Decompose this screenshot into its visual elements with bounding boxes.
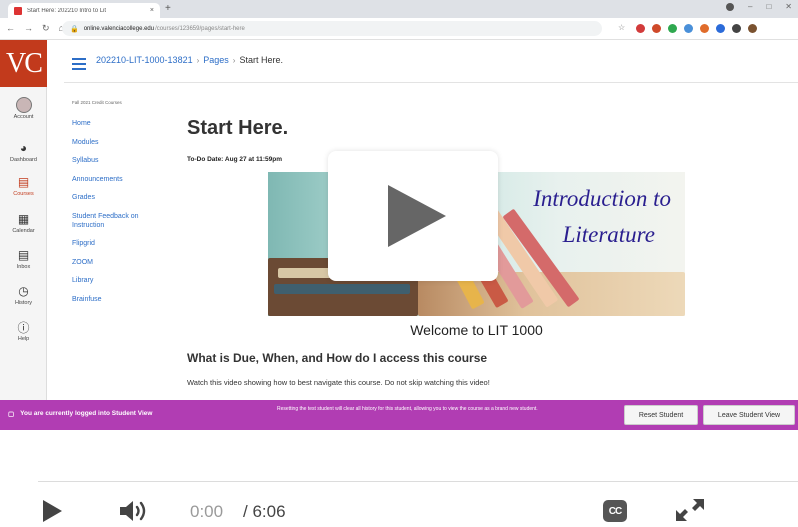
course-nav-home[interactable]: Home <box>72 119 172 128</box>
gnav-label: History <box>14 300 33 306</box>
student-view-note: Resetting the test student will clear al… <box>277 406 538 412</box>
breadcrumb: 202210-LIT-1000-13821 › Pages › Start He… <box>96 55 283 65</box>
course-nav-library[interactable]: Library <box>72 276 172 285</box>
breadcrumb-current: Start Here. <box>239 55 283 65</box>
section-text: Watch this video showing how to best nav… <box>187 378 490 387</box>
browser-toolbar: ← → ↻ ⌂ 🔒 online.valenciacollege.edu /co… <box>0 18 798 40</box>
college-logo[interactable]: VC <box>0 40 47 87</box>
extension-icon[interactable] <box>700 24 709 33</box>
help-icon: ⓘ <box>17 320 30 335</box>
big-play-button[interactable] <box>328 151 498 281</box>
gnav-help[interactable]: ⓘ Help <box>0 320 47 343</box>
minimize-icon[interactable]: – <box>748 2 752 11</box>
todo-date: To-Do Date: Aug 27 at 11:59pm <box>187 156 282 163</box>
profile-icon[interactable] <box>726 2 734 11</box>
gnav-label: Inbox <box>16 264 31 270</box>
close-window-icon[interactable]: ✕ <box>785 2 792 11</box>
gnav-label: Help <box>17 336 30 342</box>
course-nav-syllabus[interactable]: Syllabus <box>72 156 172 165</box>
profile-avatar-icon[interactable] <box>748 24 757 33</box>
extension-icon[interactable] <box>716 24 725 33</box>
breadcrumb-course[interactable]: 202210-LIT-1000-13821 <box>96 55 193 65</box>
student-view-label: You are currently logged into Student Vi… <box>20 410 153 417</box>
bookmark-star-icon[interactable]: ☆ <box>618 23 625 32</box>
calendar-icon: ▦ <box>17 212 30 226</box>
leave-student-view-button[interactable]: Leave Student View <box>703 405 795 425</box>
duration: / 6:06 <box>243 502 286 521</box>
student-view-status: ▢ You are currently logged into Student … <box>8 410 152 418</box>
breadcrumb-pages[interactable]: Pages <box>203 55 229 65</box>
extension-icon[interactable] <box>636 24 645 33</box>
course-nav-announcements[interactable]: Announcements <box>72 175 172 184</box>
volume-icon[interactable] <box>118 499 152 523</box>
extension-icons <box>636 24 757 33</box>
student-view-icon: ▢ <box>8 411 15 418</box>
favicon-icon <box>14 6 22 15</box>
banner-title-line1: Introduction to <box>533 186 671 211</box>
course-nav-modules[interactable]: Modules <box>72 138 172 147</box>
reset-student-button[interactable]: Reset Student <box>624 405 698 425</box>
dashboard-icon: ◕ <box>19 141 28 155</box>
gnav-courses[interactable]: ▤ Courses <box>0 175 47 197</box>
back-icon[interactable]: ← <box>6 23 15 34</box>
breadcrumb-separator: › <box>232 55 236 65</box>
current-time: 0:00 <box>190 502 224 521</box>
gnav-calendar[interactable]: ▦ Calendar <box>0 212 47 234</box>
course-nav-zoom[interactable]: ZOOM <box>72 258 172 267</box>
video-frame[interactable]: Start Here: 202210 Intro to Lit × + – □ … <box>0 0 798 430</box>
new-tab-icon[interactable]: + <box>165 3 171 15</box>
fullscreen-icon[interactable] <box>673 496 707 524</box>
play-icon <box>388 185 446 247</box>
window-controls: – □ ✕ <box>726 2 792 11</box>
banner-title-line2: Literature <box>562 222 655 247</box>
gnav-label: Account <box>13 114 34 120</box>
section-heading: What is Due, When, and How do I access t… <box>187 351 488 365</box>
course-nav-brainfuse[interactable]: Brainfuse <box>72 295 172 304</box>
gnav-account[interactable]: Account <box>0 97 47 120</box>
extension-icon[interactable] <box>652 24 661 33</box>
book-icon: ▤ <box>17 175 30 189</box>
welcome-caption: Welcome to LIT 1000 <box>410 322 543 338</box>
address-bar[interactable]: 🔒 online.valenciacollege.edu /courses/12… <box>62 21 602 36</box>
browser-tab-strip: Start Here: 202210 Intro to Lit × + – □ … <box>0 0 798 18</box>
forward-icon[interactable]: → <box>24 23 33 34</box>
course-nav-grades[interactable]: Grades <box>72 193 172 202</box>
header-divider <box>64 82 798 83</box>
breadcrumb-separator: › <box>196 55 200 65</box>
browser-nav-buttons: ← → ↻ ⌂ <box>6 23 64 34</box>
course-navigation: Fall 2021 Credit Courses Home Modules Sy… <box>72 100 172 313</box>
maximize-icon[interactable]: □ <box>766 2 771 11</box>
gnav-history[interactable]: ◷ History <box>0 284 47 306</box>
course-nav-student-feedback[interactable]: Student Feedback on Instruction <box>72 212 172 230</box>
progress-bar[interactable] <box>38 481 798 482</box>
course-term: Fall 2021 Credit Courses <box>72 100 122 105</box>
extension-icon[interactable] <box>684 24 693 33</box>
url-path: /courses/123659/pages/start-here <box>155 25 245 32</box>
global-navigation: VC Account ◕ Dashboard ▤ Courses ▦ Calen… <box>0 40 47 400</box>
closed-captions-button[interactable]: CC <box>603 500 627 522</box>
lock-icon: 🔒 <box>70 25 79 33</box>
extensions-puzzle-icon[interactable] <box>732 24 741 33</box>
gnav-label: Courses <box>13 191 34 197</box>
clock-icon: ◷ <box>18 284 29 298</box>
gnav-inbox[interactable]: ▤ Inbox <box>0 248 47 270</box>
extension-icon[interactable] <box>668 24 677 33</box>
reload-icon[interactable]: ↻ <box>42 23 50 34</box>
course-menu-toggle[interactable] <box>72 58 86 73</box>
inbox-icon: ▤ <box>17 248 30 262</box>
gnav-label: Dashboard <box>10 157 37 163</box>
url-host: online.valenciacollege.edu <box>83 25 155 32</box>
page-title: Start Here. <box>187 117 289 139</box>
browser-tab-title: Start Here: 202210 Intro to Lit <box>27 7 107 14</box>
close-tab-icon[interactable]: × <box>150 7 154 14</box>
avatar-icon <box>15 97 32 113</box>
book-stack-shape <box>274 284 410 294</box>
gnav-label: Calendar <box>12 228 35 234</box>
student-view-bar: ▢ You are currently logged into Student … <box>0 400 798 430</box>
gnav-dashboard[interactable]: ◕ Dashboard <box>0 141 47 163</box>
play-icon[interactable] <box>43 500 62 522</box>
course-nav-flipgrid[interactable]: Flipgrid <box>72 239 172 248</box>
browser-tab[interactable]: Start Here: 202210 Intro to Lit × <box>8 3 160 18</box>
